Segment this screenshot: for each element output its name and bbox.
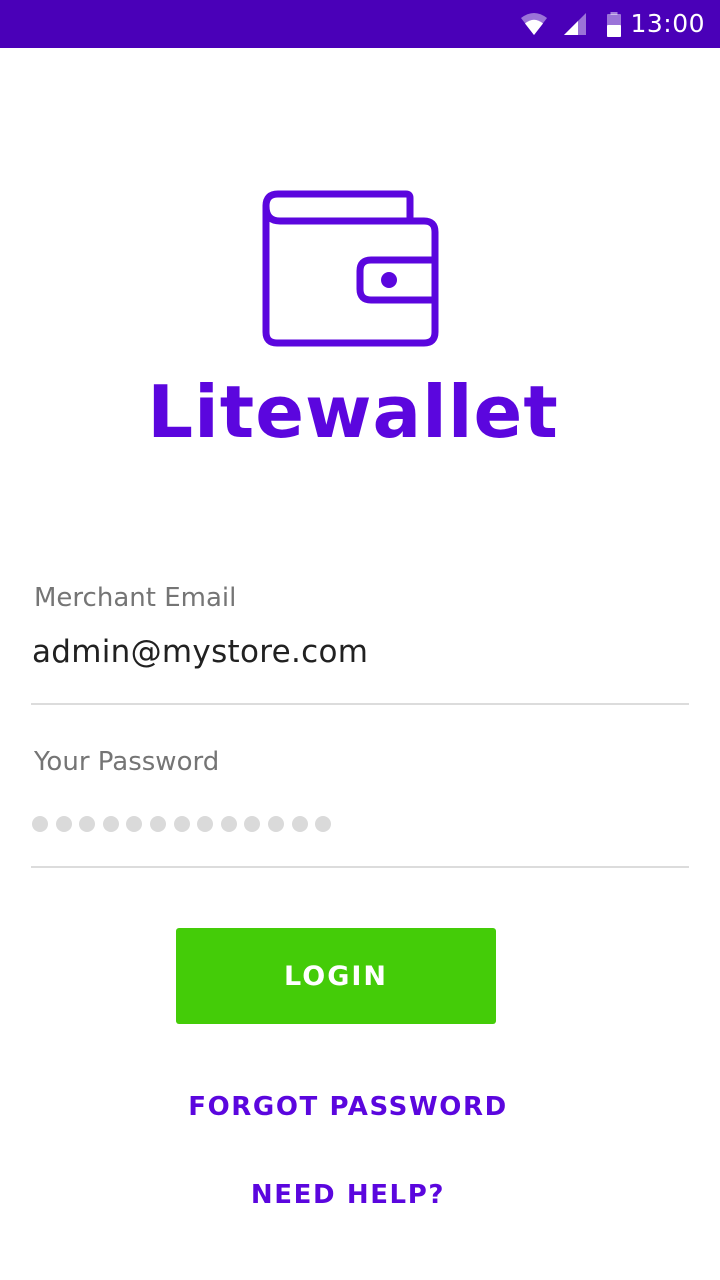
app-title: Litewallet [147, 370, 559, 454]
email-label: Merchant Email [34, 583, 237, 613]
password-mask-dot [55, 816, 72, 832]
status-time: 13:00 [630, 9, 705, 38]
password-mask-dot [149, 816, 166, 832]
password-mask-dot [197, 816, 214, 832]
password-mask-dot [291, 816, 308, 832]
password-mask-dot [244, 816, 261, 832]
password-label: Your Password [34, 747, 220, 777]
password-mask-dot [267, 816, 284, 832]
signal-icon [564, 13, 586, 35]
password-field[interactable] [32, 816, 332, 832]
login-screen: 13:00 Litewallet Merchant Email admin@my… [0, 0, 720, 1280]
forgot-password-link[interactable]: FORGOT PASSWORD [0, 1092, 696, 1122]
wifi-icon [521, 13, 547, 35]
password-mask-dot [79, 816, 96, 832]
battery-icon [607, 12, 621, 37]
need-help-link[interactable]: NEED HELP? [0, 1180, 696, 1210]
password-mask-dot [173, 816, 190, 832]
password-mask-dot [126, 816, 143, 832]
email-field-underline [31, 703, 689, 705]
password-mask-dot [315, 816, 332, 832]
password-mask-dot [32, 816, 48, 832]
password-mask-dot [102, 816, 119, 832]
password-field-underline [31, 866, 689, 868]
login-button[interactable]: LOGIN [176, 928, 496, 1024]
email-field[interactable]: admin@mystore.com [32, 634, 368, 670]
wallet-icon [262, 190, 439, 347]
status-bar: 13:00 [0, 0, 720, 48]
password-mask-dot [220, 816, 237, 832]
